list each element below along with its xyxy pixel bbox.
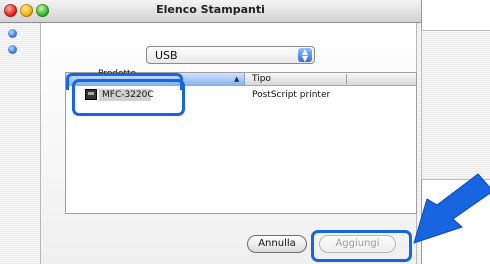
pointer-arrow-icon bbox=[413, 173, 490, 244]
